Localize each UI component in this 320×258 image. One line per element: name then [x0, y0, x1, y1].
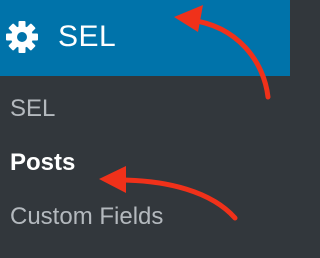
submenu-item-sel[interactable]: SEL — [10, 94, 55, 124]
menu-item-sel[interactable]: SEL — [0, 0, 290, 76]
menu-title: SEL — [58, 20, 117, 53]
submenu-item-custom-fields[interactable]: Custom Fields — [10, 202, 163, 232]
submenu: SEL Posts Custom Fields — [0, 76, 290, 258]
admin-sidebar-menu: SEL SEL Posts Custom Fields — [0, 0, 290, 258]
submenu-item-posts[interactable]: Posts — [10, 148, 75, 178]
gear-icon — [4, 19, 40, 55]
